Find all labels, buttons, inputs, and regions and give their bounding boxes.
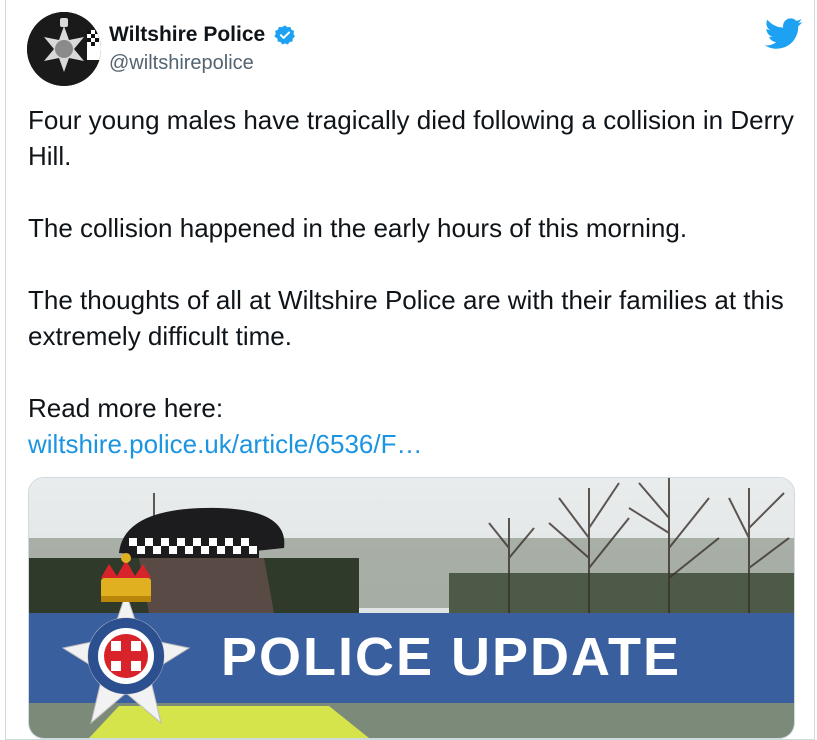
tweet-paragraph: The collision happened in the early hour…: [28, 213, 688, 243]
display-name[interactable]: Wiltshire Police: [109, 22, 265, 48]
police-badge-icon: [27, 12, 101, 86]
read-more-label: Read more here:: [28, 393, 224, 423]
avatar[interactable]: [27, 12, 101, 86]
handle[interactable]: @wiltshirepolice: [109, 50, 296, 76]
banner-title: POLICE UPDATE: [221, 627, 682, 687]
tweet-header: Wiltshire Police @wiltshirepolice: [27, 12, 807, 88]
article-link[interactable]: wiltshire.police.uk/article/6536/F…: [28, 429, 423, 459]
twitter-bird-icon[interactable]: [765, 18, 803, 50]
tweet-text: Four young males have tragically died fo…: [28, 102, 808, 462]
police-update-image: [29, 478, 794, 738]
media-image[interactable]: POLICE UPDATE: [28, 477, 795, 739]
tweet-card: Wiltshire Police @wiltshirepolice Four y…: [5, 0, 815, 740]
tweet-paragraph: The thoughts of all at Wiltshire Police …: [28, 285, 784, 351]
verified-badge-icon: [274, 25, 295, 45]
account-names: Wiltshire Police @wiltshirepolice: [109, 22, 296, 76]
tweet-paragraph: Four young males have tragically died fo…: [28, 105, 794, 171]
